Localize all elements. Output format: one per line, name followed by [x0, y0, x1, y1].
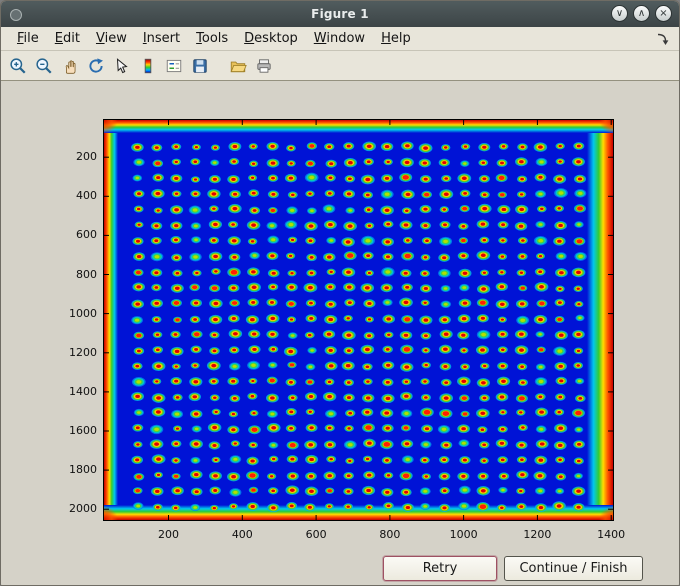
insert-colorbar-button[interactable] [136, 54, 160, 78]
save-icon [193, 58, 207, 73]
menu-edit[interactable]: Edit [47, 29, 88, 48]
window-controls: ∨ ∧ × [611, 5, 672, 22]
menu-file[interactable]: File [9, 29, 47, 48]
menu-tools[interactable]: Tools [188, 29, 236, 48]
retry-button[interactable]: Retry [383, 556, 497, 581]
zoom-out-button[interactable] [32, 54, 56, 78]
figure-canvas: Retry Continue / Finish 200 400 600 800 1000… [1, 81, 679, 585]
open-file-button[interactable] [226, 54, 250, 78]
x-tick-label: 200 [158, 528, 180, 541]
y-tick-label: 1200 [69, 345, 97, 359]
figure-window: Figure 1 ∨ ∧ × File Edit View Insert Too… [0, 0, 680, 586]
y-tick-label: 1800 [69, 463, 97, 477]
y-tick-label: 1400 [69, 384, 97, 398]
plot-area[interactable] [103, 119, 614, 521]
y-tick-label: 1600 [69, 424, 97, 437]
zoom-out-icon [36, 57, 52, 74]
x-tick-label: 1400 [597, 528, 626, 541]
zoom-in-button[interactable] [6, 54, 30, 78]
insert-colorbar-icon [144, 58, 152, 73]
x-tick-label: 400 [231, 528, 253, 541]
toolbar [1, 51, 679, 81]
pan-hand-icon [65, 59, 76, 74]
y-tick-label: 200 [76, 150, 97, 164]
menu-desktop[interactable]: Desktop [236, 29, 306, 48]
window-title: Figure 1 [311, 7, 369, 21]
maximize-button[interactable]: ∧ [633, 5, 650, 22]
y-tick-label: 2000 [69, 502, 97, 516]
rotate-3d-button[interactable] [84, 54, 108, 78]
data-cursor-button[interactable] [110, 54, 134, 78]
menu-window[interactable]: Window [306, 29, 373, 48]
save-figure-button[interactable] [188, 54, 212, 78]
insert-legend-button[interactable] [162, 54, 186, 78]
y-tick-label: 1000 [69, 306, 97, 320]
insert-legend-icon [166, 59, 182, 72]
zoom-in-icon [10, 57, 26, 74]
y-tick-label: 800 [76, 267, 97, 281]
data-cursor-icon [116, 57, 128, 73]
menu-help[interactable]: Help [373, 29, 419, 48]
y-tick-label: 600 [76, 228, 97, 242]
dock-figure-icon[interactable] [655, 31, 671, 47]
titlebar[interactable]: Figure 1 ∨ ∧ × [1, 1, 679, 27]
close-button[interactable]: × [655, 5, 672, 22]
rotate-3d-icon [89, 57, 103, 73]
menu-view[interactable]: View [88, 29, 135, 48]
print-figure-button[interactable] [252, 54, 276, 78]
x-tick-label: 1000 [449, 528, 478, 541]
printer-icon [257, 58, 271, 73]
pan-hand-button[interactable] [58, 54, 82, 78]
window-menu-icon[interactable] [10, 9, 22, 21]
minimize-button[interactable]: ∨ [611, 5, 628, 22]
open-folder-icon [230, 61, 247, 72]
continue-finish-button[interactable]: Continue / Finish [504, 556, 643, 581]
y-tick-label: 400 [76, 189, 97, 203]
x-tick-label: 600 [305, 528, 327, 541]
x-tick-label: 1200 [523, 528, 552, 541]
x-tick-label: 800 [379, 528, 401, 541]
heatmap-image[interactable] [104, 120, 613, 520]
menu-bar: File Edit View Insert Tools Desktop Wind… [1, 27, 679, 51]
menu-insert[interactable]: Insert [135, 29, 188, 48]
